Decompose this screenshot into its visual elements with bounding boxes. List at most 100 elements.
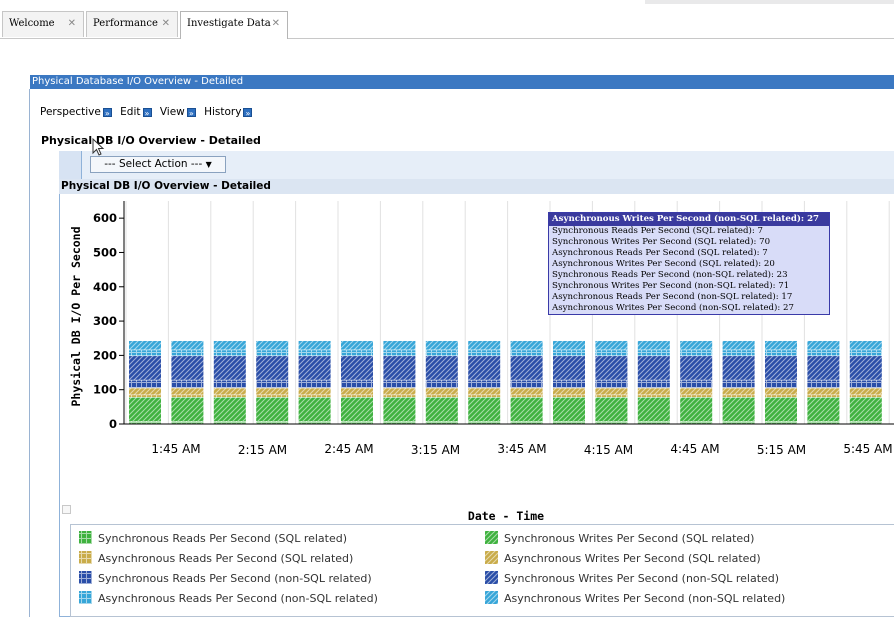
close-icon[interactable]: ✕ [272,12,280,36]
bar-segment [807,397,840,421]
bar-segment [680,356,713,380]
bar-segment [298,380,331,388]
bar-segment [213,340,246,350]
bar-segment [722,388,755,395]
bar-segment [129,356,161,380]
bar-segment [595,397,628,421]
tooltip-line: Synchronous Writes Per Second (SQL relat… [552,237,771,247]
double-chevron-right-icon[interactable]: » [186,107,196,118]
tab-welcome[interactable]: Welcome ✕ [2,11,84,37]
bar-segment [849,395,882,397]
panel-collapse-handle[interactable] [59,151,82,179]
bar-segment [680,380,713,388]
double-chevron-right-icon[interactable]: » [243,107,253,118]
bar-segment [213,356,246,380]
bar-segment [298,397,331,421]
bar-segment [298,421,331,424]
legend-item[interactable]: Synchronous Writes Per Second (non-SQL r… [485,571,779,585]
tab-investigate-data[interactable]: Investigate Data ✕ [180,11,288,39]
bar-segment [425,421,458,424]
bar-segment [171,340,204,350]
bar-segment [553,356,585,380]
menu-perspective[interactable]: Perspective» [40,106,115,118]
bar-segment [298,350,331,356]
bar-segment [468,397,501,421]
bar-segment [765,397,797,421]
bar-segment [341,421,373,424]
bar-segment [383,356,416,380]
bar-segment [383,397,416,421]
bar-segment [256,388,289,395]
bar-segment [722,421,755,424]
menu-perspective-label: Perspective [40,106,101,118]
bar-segment [849,397,882,421]
bar-segment [256,397,289,421]
menu-view-label: View [159,106,185,118]
legend-swatch [79,571,92,584]
close-icon[interactable]: ✕ [162,12,170,36]
tab-investigate-data-label: Investigate Data [187,18,271,29]
legend-item[interactable]: Synchronous Reads Per Second (SQL relate… [79,531,347,545]
select-action-dropdown[interactable]: --- Select Action --- ▼ [90,156,226,173]
tooltip-line: Asynchronous Reads Per Second (SQL relat… [552,248,768,258]
legend-item[interactable]: Synchronous Reads Per Second (non-SQL re… [79,571,372,585]
legend-label: Synchronous Reads Per Second (SQL relate… [98,532,348,545]
bar-segment [553,350,585,356]
bar-segment [595,350,628,356]
legend-item[interactable]: Asynchronous Writes Per Second (SQL rela… [485,551,761,565]
bar-segment [680,388,713,395]
x-tick-label: 2:45 AM [324,442,373,456]
legend-label: Asynchronous Reads Per Second (SQL relat… [98,552,354,565]
double-chevron-right-icon[interactable]: » [102,107,112,118]
legend-item[interactable]: Asynchronous Reads Per Second (SQL relat… [79,551,353,565]
x-tick-label: 4:15 AM [584,443,633,457]
panel-title-bar: Physical Database I/O Overview - Detaile… [30,75,894,89]
bar-segment [595,388,628,395]
legend-item[interactable]: Asynchronous Reads Per Second (non-SQL r… [79,591,378,605]
double-chevron-right-icon[interactable]: » [142,107,152,118]
x-tick-label: 3:45 AM [497,442,546,456]
bar-segment [849,380,882,388]
bar-segment [849,340,882,350]
bar-segment [722,395,755,397]
menu-view[interactable]: View» [160,106,199,118]
bar-segment [722,397,755,421]
bar-segment [637,380,670,388]
bar-segment [298,340,331,350]
legend-toggle-checkbox[interactable] [62,505,71,514]
bar-segment [510,340,543,350]
x-tick-label: 5:15 AM [757,443,806,457]
bar-segment [171,397,204,421]
bar-segment [129,350,161,356]
tab-performance[interactable]: Performance ✕ [86,11,178,37]
bar-segment [129,340,161,350]
bar-segment [171,380,204,388]
bar-segment [213,388,246,395]
bar-segment [213,395,246,397]
bar-segment [341,388,373,395]
bar-segment [637,395,670,397]
bar-segment [468,356,501,380]
toolbar-strip [645,0,894,4]
legend-item[interactable]: Synchronous Writes Per Second (SQL relat… [485,531,754,545]
legend-swatch [485,571,498,584]
bar-segment [383,340,416,350]
bar-segment [637,356,670,380]
close-icon[interactable]: ✕ [68,12,76,36]
bar-segment [298,395,331,397]
panel-border [29,89,30,617]
y-tick-label: 200 [93,348,117,362]
bar-segment [680,395,713,397]
menu-edit[interactable]: Edit» [120,106,154,118]
chart-title: Physical DB I/O Overview - Detailed [59,179,894,194]
select-action-label: --- Select Action --- [104,158,203,170]
bar-segment [171,350,204,356]
bar-segment [256,395,289,397]
bar-segment [807,421,840,424]
legend-item[interactable]: Asynchronous Writes Per Second (non-SQL … [485,591,785,605]
bar-segment [425,380,458,388]
tooltip-line: Asynchronous Reads Per Second (non-SQL r… [552,292,793,302]
menu-bar: Perspective» Edit» View» History» [40,106,257,118]
menu-history[interactable]: History» [204,106,255,118]
bar-segment [680,350,713,356]
